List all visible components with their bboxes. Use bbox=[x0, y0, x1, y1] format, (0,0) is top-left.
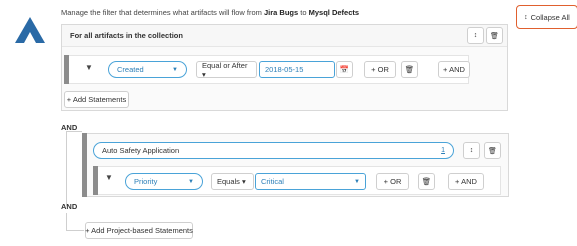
tree-connector bbox=[66, 131, 67, 206]
add-project-statements-label: + Add Project-based Statements bbox=[85, 226, 193, 235]
field-value: Created bbox=[117, 65, 144, 74]
project-count-badge: 1 bbox=[441, 147, 445, 154]
chevron-down-icon: ▼ bbox=[172, 66, 178, 73]
and-button[interactable]: + AND bbox=[438, 61, 470, 78]
chevron-down-icon: ▼ bbox=[354, 178, 360, 185]
collapse-icon: ↕ bbox=[524, 13, 528, 21]
description-connector: to bbox=[298, 8, 309, 17]
field-value: Priority bbox=[134, 177, 158, 186]
filter-icon: ▼ bbox=[105, 173, 113, 182]
source-name: Jira Bugs bbox=[264, 8, 299, 17]
value-select[interactable]: Critical ▼ bbox=[255, 173, 366, 190]
tree-connector bbox=[66, 131, 82, 132]
calendar-button[interactable]: 📅 bbox=[336, 61, 353, 78]
field-select-priority[interactable]: Priority ▼ bbox=[125, 173, 203, 190]
project-delete-button[interactable]: 🗑 bbox=[484, 142, 501, 159]
add-statements-label: + Add Statements bbox=[66, 95, 127, 104]
description-prefix: Manage the filter that determines what a… bbox=[61, 8, 264, 17]
filter-description: Manage the filter that determines what a… bbox=[61, 8, 359, 17]
project-select[interactable]: Auto Safety Application 1 bbox=[93, 142, 454, 159]
value-text: Critical bbox=[261, 177, 284, 186]
date-input[interactable]: 2018-05-15 bbox=[259, 61, 335, 78]
trash-icon: 🗑 bbox=[488, 147, 497, 155]
trash-icon: 🗑 bbox=[490, 32, 499, 40]
operator-value: Equal or After ▾ bbox=[202, 60, 248, 79]
app-logo bbox=[15, 17, 45, 43]
collection-delete-button[interactable]: 🗑 bbox=[486, 27, 503, 44]
operator-select[interactable]: Equals ▾ bbox=[211, 173, 254, 190]
collapse-all-button[interactable]: ↕ Collapse All bbox=[516, 5, 577, 29]
collapse-all-label: Collapse All bbox=[530, 12, 570, 22]
collection-panel-title: For all artifacts in the collection bbox=[70, 31, 183, 40]
field-select-created[interactable]: Created ▼ bbox=[108, 61, 187, 78]
or-label: + OR bbox=[371, 65, 389, 74]
delete-statement-button[interactable]: 🗑 bbox=[418, 173, 435, 190]
filter-icon: ▼ bbox=[85, 63, 93, 72]
tree-connector bbox=[66, 230, 84, 231]
operator-value: Equals ▾ bbox=[217, 177, 246, 186]
add-project-statements-button[interactable]: + Add Project-based Statements bbox=[85, 222, 193, 239]
collection-panel-header: For all artifacts in the collection bbox=[62, 25, 507, 47]
trash-icon: 🗑 bbox=[421, 177, 432, 186]
delete-statement-button[interactable]: 🗑 bbox=[401, 61, 418, 78]
project-sort-button[interactable]: ↕ bbox=[463, 142, 480, 159]
sort-icon: ↕ bbox=[469, 147, 474, 154]
and-connector-label: AND bbox=[61, 202, 78, 211]
or-button[interactable]: + OR bbox=[364, 61, 396, 78]
date-value: 2018-05-15 bbox=[265, 65, 304, 74]
and-button[interactable]: + AND bbox=[448, 173, 484, 190]
project-indicator bbox=[82, 133, 87, 197]
project-value: Auto Safety Application bbox=[102, 146, 180, 155]
or-button[interactable]: + OR bbox=[376, 173, 409, 190]
operator-select[interactable]: Equal or After ▾ bbox=[196, 60, 257, 79]
chevron-down-icon: ▼ bbox=[188, 178, 194, 185]
and-label: + AND bbox=[443, 65, 465, 74]
collection-sort-button[interactable]: ↕ bbox=[467, 27, 484, 44]
calendar-icon: 📅 bbox=[339, 65, 350, 74]
or-label: + OR bbox=[383, 177, 402, 186]
add-statements-button[interactable]: + Add Statements bbox=[64, 91, 129, 108]
target-name: Mysql Defects bbox=[308, 8, 360, 17]
trash-icon: 🗑 bbox=[404, 65, 415, 74]
tree-connector bbox=[66, 213, 67, 230]
sort-icon: ↕ bbox=[473, 32, 478, 39]
and-label: + AND bbox=[455, 177, 477, 186]
